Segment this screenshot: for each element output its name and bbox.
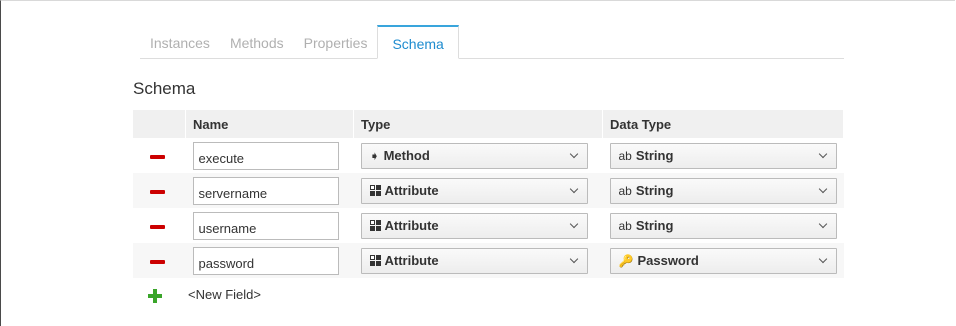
tab-schema[interactable]: Schema [377,25,459,59]
method-icon: ➧ [369,148,380,163]
type-value: Attribute [384,253,439,268]
header-data-type: Data Type [602,110,844,138]
chevron-down-icon [818,219,827,228]
table-row: username Attribute ab String [133,208,844,243]
attribute-icon [369,255,381,266]
string-icon: ab [618,183,632,198]
data-type-select[interactable]: ab String [609,177,837,204]
remove-field-button[interactable] [150,259,165,264]
data-type-value: String [635,183,674,198]
chevron-down-icon [818,254,827,263]
attribute-icon [369,220,381,231]
string-icon: ab [618,218,632,233]
tab-properties[interactable]: Properties [294,26,378,58]
type-value: Attribute [384,218,439,233]
table-row: password Attribute 🔑 Password [133,243,844,278]
type-select[interactable]: Attribute [360,247,588,274]
type-select[interactable]: Attribute [360,212,588,239]
string-icon: ab [618,148,632,163]
type-select[interactable]: ➧ Method [360,142,588,169]
type-select[interactable]: Attribute [360,177,588,204]
data-type-value: Password [637,253,699,268]
field-name-input[interactable]: execute [192,141,339,170]
header-name: Name [185,110,354,138]
table-header-row: Name Type Data Type [133,110,844,138]
chevron-down-icon [569,254,578,263]
attribute-icon [369,185,381,196]
remove-field-button[interactable] [150,154,165,159]
data-type-value: String [635,218,674,233]
data-type-value: String [635,148,674,163]
type-value: Attribute [384,183,439,198]
table-row: servername Attribute ab String [133,173,844,208]
data-type-select[interactable]: 🔑 Password [609,247,837,274]
type-value: Method [383,148,430,163]
field-name-input[interactable]: password [192,246,339,275]
schema-table: Name Type Data Type execute ➧ Method ab … [133,110,844,278]
tab-instances[interactable]: Instances [140,26,220,58]
table-row: execute ➧ Method ab String [133,138,844,173]
key-icon: 🔑 [618,253,634,268]
chevron-down-icon [569,149,578,158]
chevron-down-icon [569,219,578,228]
tab-bar: Instances Methods Properties Schema [140,25,844,59]
field-name-input[interactable]: username [192,211,339,240]
chevron-down-icon [569,184,578,193]
section-title: Schema [133,79,196,98]
tab-methods[interactable]: Methods [220,26,294,58]
field-name-input[interactable]: servername [192,176,339,205]
chevron-down-icon [818,184,827,193]
chevron-down-icon [818,149,827,158]
add-field-icon[interactable] [148,289,162,303]
header-actions [133,110,186,138]
new-field-link[interactable]: <New Field> [188,287,261,302]
data-type-select[interactable]: ab String [609,142,837,169]
remove-field-button[interactable] [150,224,165,229]
data-type-select[interactable]: ab String [609,212,837,239]
remove-field-button[interactable] [150,189,165,194]
header-type: Type [353,110,603,138]
